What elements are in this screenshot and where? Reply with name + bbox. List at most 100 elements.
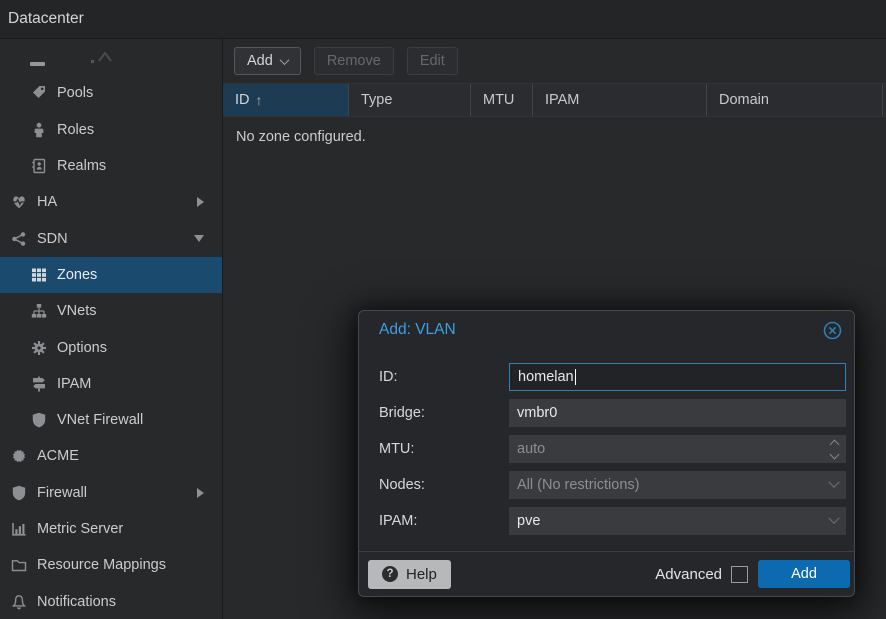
gear-icon [30, 340, 48, 356]
advanced-checkbox[interactable] [731, 566, 748, 583]
sidebar-item-options[interactable]: Options [0, 329, 222, 365]
edit-button-label: Edit [420, 53, 445, 69]
bridge-field-label: Bridge: [379, 405, 509, 421]
sidebar-item-realms[interactable]: Realms [0, 148, 222, 184]
ipam-value: pve [517, 513, 540, 529]
sidebar-item-label: Metric Server [37, 521, 123, 537]
add-submit-button[interactable]: Add [758, 560, 850, 588]
sidebar-item-vnets[interactable]: VNets [0, 293, 222, 329]
spinner-down-icon[interactable] [830, 449, 840, 459]
field-row-bridge: Bridge: vmbr0 [379, 399, 846, 427]
dialog-title: Add: VLAN [379, 321, 456, 339]
field-row-nodes: Nodes: All (No restrictions) [379, 471, 846, 499]
spinner-up-icon[interactable] [830, 439, 840, 449]
ipam-select[interactable]: pve [509, 507, 846, 535]
mtu-spinner-input[interactable]: auto [509, 435, 846, 463]
column-label: Domain [719, 92, 769, 108]
column-label: ID [235, 92, 250, 108]
column-label: IPAM [545, 92, 579, 108]
close-icon[interactable] [823, 321, 842, 340]
spinner-controls [831, 438, 838, 461]
sdn-icon [10, 231, 28, 247]
map-signs-icon [30, 376, 48, 392]
column-header-type[interactable]: Type [349, 84, 471, 116]
sidebar-item-vnet-firewall[interactable]: VNet Firewall [0, 402, 222, 438]
sidebar-item-label: SDN [37, 231, 68, 247]
sidebar-item-label: Notifications [37, 594, 116, 610]
sidebar-item-notifications[interactable]: Notifications [0, 583, 222, 619]
chevron-down-icon[interactable] [828, 477, 839, 488]
sidebar-item-label: HA [37, 194, 57, 210]
dialog-header[interactable]: Add: VLAN [359, 311, 854, 349]
bridge-input-value: vmbr0 [517, 405, 557, 421]
shield-icon [10, 485, 28, 501]
id-input[interactable]: homelan [509, 363, 846, 391]
sort-asc-icon: ↑ [256, 92, 263, 108]
add-vlan-dialog: Add: VLAN ID: homelan Bridge: vmbr0 MTU: [358, 310, 855, 597]
sidebar-item-label: Resource Mappings [37, 557, 166, 573]
column-label: MTU [483, 92, 514, 108]
nodes-placeholder: All (No restrictions) [517, 477, 639, 493]
sidebar-item-label: Options [57, 340, 107, 356]
sidebar-item-roles[interactable]: Roles [0, 112, 222, 148]
expand-collapsed-icon[interactable] [197, 488, 204, 498]
proxmox-window: Datacenter Pools Roles [0, 0, 886, 619]
sidebar-item-label: IPAM [57, 376, 91, 392]
sidebar-item-acme[interactable]: ACME [0, 438, 222, 474]
sidebar-item-sdn[interactable]: SDN [0, 220, 222, 256]
sidebar-item-partial[interactable] [0, 39, 222, 75]
sidebar-item-zones[interactable]: Zones [0, 257, 222, 293]
tags-icon [30, 85, 48, 101]
sidebar-item-pools[interactable]: Pools [0, 75, 222, 111]
dialog-body: ID: homelan Bridge: vmbr0 MTU: auto [359, 349, 854, 551]
field-row-id: ID: homelan [379, 363, 846, 391]
certificate-icon [10, 448, 28, 464]
shield-icon [30, 412, 48, 428]
expand-expanded-icon[interactable] [194, 235, 204, 242]
sidebar-item-ha[interactable]: HA [0, 184, 222, 220]
heartbeat-icon [10, 194, 28, 210]
sidebar-item-metric-server[interactable]: Metric Server [0, 511, 222, 547]
sidebar-item-resource-mappings[interactable]: Resource Mappings [0, 547, 222, 583]
nodes-select[interactable]: All (No restrictions) [509, 471, 846, 499]
nodes-field-label: Nodes: [379, 477, 509, 493]
sidebar-item-label: ACME [37, 448, 79, 464]
bridge-input[interactable]: vmbr0 [509, 399, 846, 427]
add-menu-button[interactable]: Add [234, 47, 301, 75]
sidebar-item-label: Pools [57, 85, 93, 101]
remove-button[interactable]: Remove [314, 47, 394, 75]
column-header-mtu[interactable]: MTU [471, 84, 533, 116]
grid-header: ID ↑ Type MTU IPAM Domain [223, 83, 886, 117]
bell-icon [10, 594, 28, 610]
sidebar-item-label: Firewall [37, 485, 87, 501]
sidebar-item-firewall[interactable]: Firewall [0, 475, 222, 511]
chevron-down-icon[interactable] [828, 513, 839, 524]
folder-icon [10, 557, 28, 573]
sidebar-item-ipam[interactable]: IPAM [0, 366, 222, 402]
mtu-placeholder: auto [517, 441, 545, 457]
sidebar-item-label: VNets [57, 303, 97, 319]
sidebar-item-label: Roles [57, 122, 94, 138]
sidebar-item-label: Realms [57, 158, 106, 174]
field-row-ipam: IPAM: pve [379, 507, 846, 535]
advanced-label: Advanced [655, 566, 722, 583]
grid-icon [30, 267, 48, 283]
field-row-mtu: MTU: auto [379, 435, 846, 463]
zones-toolbar: Add Remove Edit [223, 39, 886, 83]
column-header-id[interactable]: ID ↑ [223, 84, 349, 116]
mtu-field-label: MTU: [379, 441, 509, 457]
page-title: Datacenter [8, 10, 84, 28]
partial-icon-fragment [30, 62, 45, 66]
help-button[interactable]: ? Help [368, 560, 451, 589]
ipam-field-label: IPAM: [379, 513, 509, 529]
edit-button[interactable]: Edit [407, 47, 458, 75]
help-button-label: Help [406, 566, 437, 583]
sitemap-icon [30, 303, 48, 319]
dialog-footer: ? Help Advanced Add [359, 551, 854, 596]
advanced-toggle-group: Advanced [655, 566, 748, 583]
column-header-ipam[interactable]: IPAM [533, 84, 707, 116]
top-bar: Datacenter [0, 0, 886, 39]
expand-collapsed-icon[interactable] [197, 197, 204, 207]
question-circle-icon: ? [382, 566, 398, 582]
column-header-domain[interactable]: Domain [707, 84, 883, 116]
